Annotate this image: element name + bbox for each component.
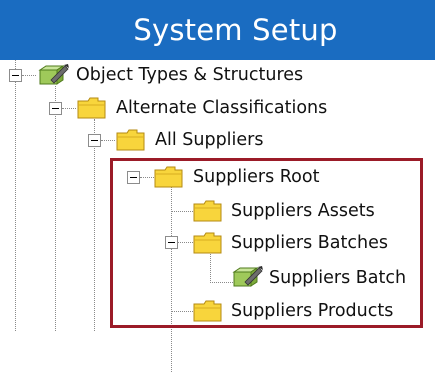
- tree-guide-line: [15, 60, 16, 331]
- page-title: System Setup: [133, 13, 338, 47]
- object-type-icon: [38, 64, 69, 85]
- tree-node-all-suppliers[interactable]: All Suppliers: [155, 129, 263, 151]
- tree-branch-line: [22, 75, 36, 76]
- tree-branch-line: [101, 140, 115, 141]
- collapse-toggle-alternate-classifications[interactable]: [49, 102, 62, 115]
- tree-node-object-types[interactable]: Object Types & Structures: [76, 64, 303, 86]
- tree-guide-line: [55, 86, 56, 331]
- tree-guide-line: [94, 119, 95, 331]
- system-setup-header: System Setup: [0, 0, 435, 60]
- folder-icon: [77, 97, 106, 119]
- collapse-toggle-object-types[interactable]: [9, 69, 22, 82]
- setup-tree[interactable]: Object Types & Structures Alternate Clas…: [0, 60, 435, 372]
- tree-node-alternate-classifications[interactable]: Alternate Classifications: [116, 97, 327, 119]
- tree-branch-line: [62, 108, 76, 109]
- collapse-toggle-all-suppliers[interactable]: [88, 134, 101, 147]
- folder-icon: [116, 129, 145, 151]
- highlight-box: [110, 158, 423, 328]
